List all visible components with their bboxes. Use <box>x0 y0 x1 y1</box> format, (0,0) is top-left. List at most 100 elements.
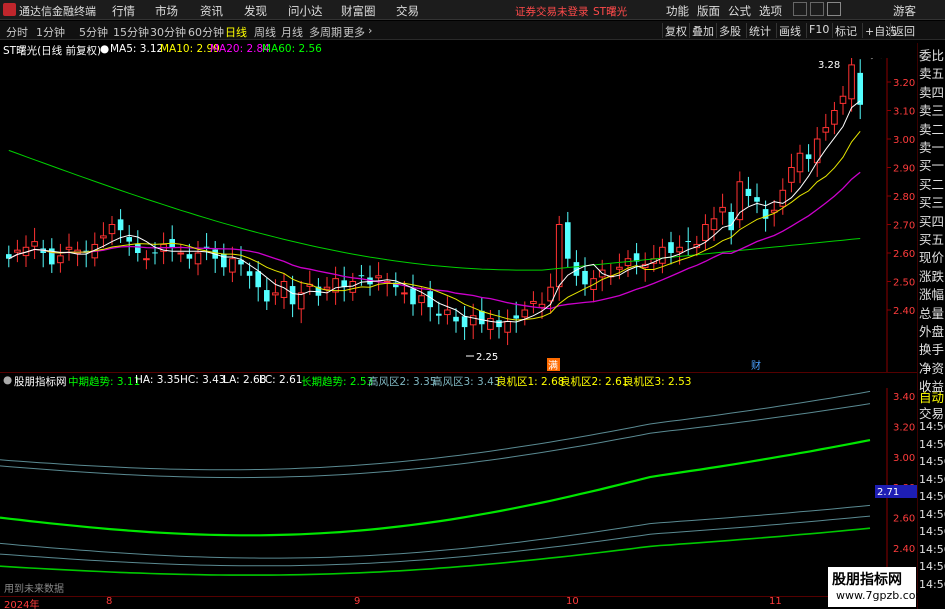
legend-zhongqi: 中期趋势: 3.11 <box>68 376 141 388</box>
price-axis-label: 2.90 <box>893 164 915 175</box>
indicator-chart[interactable]: 3.403.203.002.802.602.40 2.71 用到未来数据 <box>0 388 917 596</box>
menu-hangqing[interactable]: 行情 <box>112 3 135 19</box>
lc-curve <box>0 515 871 567</box>
price-axis-label: 2.70 <box>893 221 915 232</box>
candle-body <box>135 243 141 253</box>
period-15min[interactable]: 15分钟 <box>113 24 149 40</box>
date-label-nov: 11 <box>769 596 782 607</box>
candle-body <box>736 181 744 221</box>
menu-gongneng[interactable]: 功能 <box>666 3 689 19</box>
menu-jiaoyi[interactable]: 交易 <box>396 3 419 19</box>
period-weekly[interactable]: 周线 <box>254 24 276 40</box>
minimize-icon[interactable] <box>793 2 807 16</box>
time-value: 14:56 <box>919 507 945 521</box>
event-label-man: 满 <box>548 360 558 372</box>
guest-label[interactable]: 游客 <box>893 3 916 19</box>
tool-back[interactable]: 返回 <box>890 23 917 38</box>
candle-body <box>745 188 752 196</box>
login-status[interactable]: 证券交易未登录 <box>515 4 589 19</box>
period-1min[interactable]: 1分钟 <box>36 24 65 40</box>
restore-icon[interactable] <box>827 2 841 16</box>
tool-biaoji[interactable]: 标记 <box>832 23 859 38</box>
zoom-out-icon[interactable]: ⊖ <box>877 58 885 61</box>
app-logo-icon <box>3 3 16 16</box>
low-price-label: 2.25 <box>476 352 498 363</box>
menu-caifuquan[interactable]: 财富圈 <box>341 3 376 19</box>
candle-body <box>14 249 21 253</box>
menu-faxian[interactable]: 发现 <box>244 3 267 19</box>
time-value: 14:56 <box>919 560 945 573</box>
diamond-icon[interactable]: ◇ <box>868 58 876 61</box>
candle-body <box>857 72 863 105</box>
menu-zixun[interactable]: 资讯 <box>200 3 223 19</box>
stock-tag: ST曙光 <box>593 6 628 18</box>
candlestick-chart[interactable]: 3.20 3.10 3.00 2.90 2.80 2.70 2.60 2.50 2.40 3.2… <box>0 58 917 372</box>
time-value: 14:56 <box>919 490 945 503</box>
quote-label: 换手 <box>919 342 945 358</box>
candle-body <box>358 275 365 277</box>
quote-label: 买三 <box>919 195 945 211</box>
period-daily[interactable]: 日线 <box>225 24 247 40</box>
period-5min[interactable]: 5分钟 <box>79 24 108 40</box>
candle-body <box>31 241 38 247</box>
stock-label: ST曙光(日线 前复权) <box>3 45 102 57</box>
price-axis-label: 2.80 <box>893 192 915 203</box>
maximize-icon[interactable] <box>810 2 824 16</box>
period-60min[interactable]: 60分钟 <box>188 24 224 40</box>
tool-huaxian[interactable]: 画线 <box>776 23 803 38</box>
tool-duogu[interactable]: 多股 <box>716 23 743 38</box>
time-value: 14:56 <box>919 472 945 486</box>
candle-body <box>65 246 73 250</box>
tool-f10[interactable]: F10 <box>806 23 831 38</box>
menu-gongshi[interactable]: 公式 <box>728 3 751 19</box>
candle-body <box>513 315 519 319</box>
time-value: 14:56 <box>919 525 945 538</box>
candle-body <box>264 290 270 302</box>
period-monthly[interactable]: 月线 <box>281 24 303 40</box>
date-label-oct: 10 <box>566 596 579 607</box>
period-more[interactable]: 更多 <box>343 24 365 40</box>
menu-wenxiaoda[interactable]: 问小达 <box>288 3 323 19</box>
date-label-year: 2024年 <box>4 600 40 609</box>
menu-shichang[interactable]: 市场 <box>155 3 178 19</box>
legend-liangji1: 良机区1: 2.68 <box>496 376 565 388</box>
candle-body <box>143 258 150 261</box>
quote-label: 买四 <box>919 213 945 229</box>
menu-banmian[interactable]: 版面 <box>697 3 720 19</box>
candle-body <box>444 309 451 316</box>
watermark-url: www.7gpzb.com <box>836 589 927 602</box>
time-value: 14:56 <box>919 455 945 468</box>
price-axis-label: 3.00 <box>893 135 915 146</box>
candle-body <box>418 295 425 304</box>
sub-axis-label: 2.40 <box>893 544 915 555</box>
period-fenshi[interactable]: 分时 <box>6 24 28 40</box>
hc-curve <box>0 390 871 471</box>
candle-body <box>668 242 674 253</box>
legend-changqi: 长期趋势: 2.53 <box>301 376 374 388</box>
ha-curve <box>0 403 871 479</box>
candle-body <box>57 255 64 264</box>
tool-diejia[interactable]: 叠加 <box>689 23 716 38</box>
time-value: 14:56 <box>919 542 945 556</box>
candle-body <box>436 313 442 316</box>
candle-body <box>796 152 804 173</box>
tool-fuquan[interactable]: 复权 <box>662 23 689 38</box>
candle-body <box>272 292 279 296</box>
quote-label: 卖五 <box>919 66 945 82</box>
legend-hc: HC: 3.43 <box>180 374 226 386</box>
ma-dot-icon: ● <box>100 43 110 55</box>
period-bar: 分时 1分钟 5分钟 15分钟 30分钟 60分钟 日线 周线 月线 多周期 更… <box>0 21 945 40</box>
candle-body <box>246 271 253 276</box>
tool-tongji[interactable]: 统计 <box>746 23 773 38</box>
ma60-legend: MA60: 2.56 <box>262 43 322 55</box>
quote-label: 卖四 <box>919 84 945 100</box>
menu-xuanxiang[interactable]: 选项 <box>759 3 782 19</box>
time-value: 14:56 <box>919 420 945 433</box>
date-label-sep: 9 <box>354 596 361 607</box>
period-30min[interactable]: 30分钟 <box>150 24 186 40</box>
indicator-dot-icon: ● <box>3 374 13 386</box>
high-price-label: 3.28 <box>818 60 840 71</box>
chevron-right-icon[interactable]: › <box>368 24 372 37</box>
period-multi[interactable]: 多周期 <box>309 24 342 40</box>
candle-body <box>255 271 261 288</box>
